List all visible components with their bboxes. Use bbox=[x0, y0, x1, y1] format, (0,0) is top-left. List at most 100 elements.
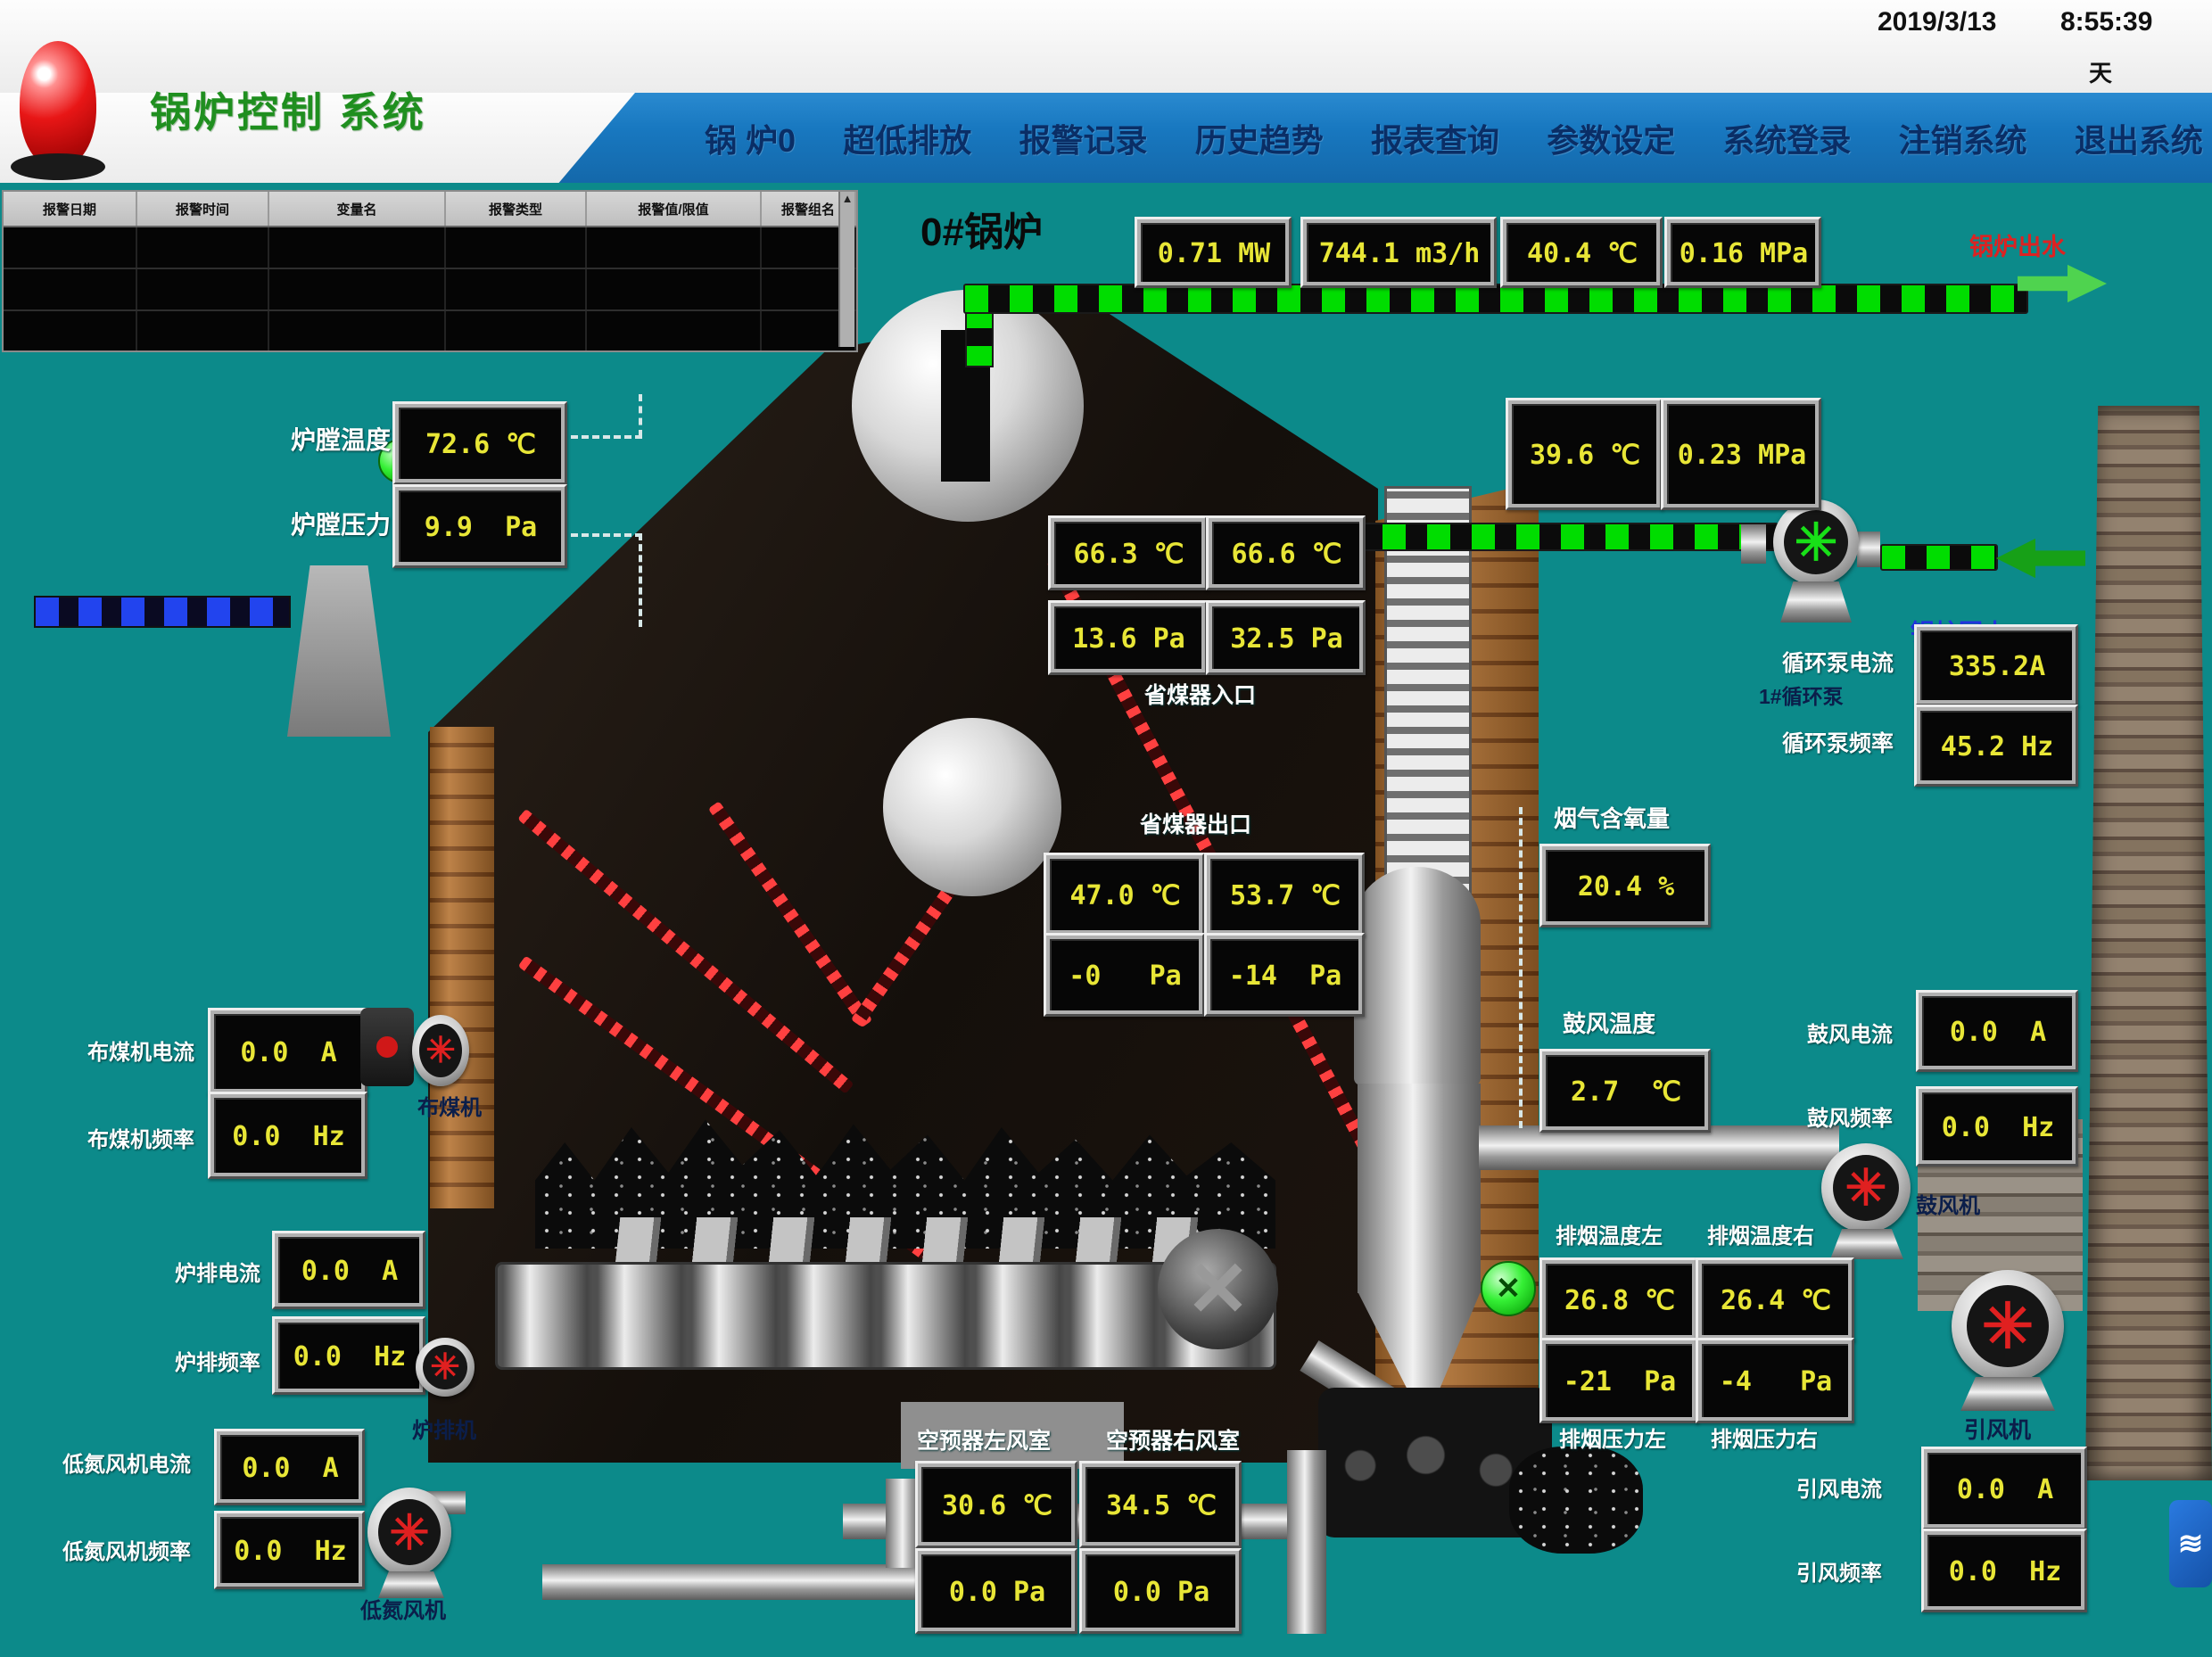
outlet-pipe bbox=[963, 284, 2028, 314]
grate-freq-label: 炉排频率 bbox=[175, 1345, 260, 1376]
return-pipe-right bbox=[1880, 544, 1998, 571]
fan-impeller-icon: ✳ bbox=[1982, 1290, 2035, 1363]
boiler-outlet-temp-box: 40.4 ℃ bbox=[1500, 217, 1663, 288]
alarm-col-date: 报警日期 bbox=[4, 192, 137, 226]
roller-cross-icon: ✕ bbox=[1185, 1245, 1250, 1334]
induced-freq-label: 引风频率 bbox=[1796, 1555, 1882, 1587]
lownox-current-label: 低氮风机电流 bbox=[62, 1447, 191, 1478]
flue-oxygen-box: 20.4 % bbox=[1539, 844, 1711, 927]
menu-item-logout[interactable]: 注销系统 bbox=[1899, 115, 2027, 161]
lownox-freq-box: 0.0 Hz bbox=[214, 1511, 365, 1589]
flue-valve-icon[interactable]: ✕ bbox=[1481, 1261, 1536, 1316]
vendor-logo: ≋ bbox=[2169, 1500, 2212, 1587]
alarm-table-row[interactable] bbox=[4, 227, 856, 269]
menu-item-report-query[interactable]: 报表查询 bbox=[1371, 115, 1499, 161]
fan-impeller-icon: ✳ bbox=[430, 1347, 460, 1388]
exhaust-temp-left-box: 26.8 ℃ bbox=[1539, 1257, 1698, 1341]
preheater-right-label: 空预器右风室 bbox=[1106, 1423, 1240, 1455]
exhaust-press-left-box: -21 Pa bbox=[1539, 1338, 1698, 1423]
induced-fan-label: 引风机 bbox=[1964, 1413, 2031, 1445]
exhaust-temp-right-label: 排烟温度右 bbox=[1707, 1218, 1814, 1249]
return-pressure-box: 0.23 MPa bbox=[1661, 398, 1821, 510]
grate-fan-icon[interactable]: ✳ bbox=[416, 1338, 475, 1397]
preheater-right-temp-box: 34.5 ℃ bbox=[1079, 1461, 1242, 1548]
menu-item-exit[interactable]: 退出系统 bbox=[2075, 115, 2203, 161]
eco-outlet-press1-box: -0 Pa bbox=[1044, 933, 1205, 1017]
coal-chute bbox=[287, 565, 391, 737]
weekday-display: 天 bbox=[2089, 55, 2112, 88]
feeder-freq-label: 布煤机频率 bbox=[87, 1122, 194, 1153]
eco-inlet-temp1-box: 66.3 ℃ bbox=[1048, 515, 1208, 590]
menu-item-parameter-set[interactable]: 参数设定 bbox=[1547, 115, 1675, 161]
outlet-arrow-icon bbox=[2018, 263, 2107, 304]
conveyor-end-roller: ✕ bbox=[1158, 1229, 1278, 1349]
menu-item-alarm-record[interactable]: 报警记录 bbox=[1019, 115, 1147, 161]
induced-fan-base bbox=[1960, 1377, 2055, 1411]
eco-outlet-temp1-box: 47.0 ℃ bbox=[1044, 853, 1205, 936]
alarm-table-row[interactable] bbox=[4, 269, 856, 311]
feeder-fan-icon[interactable]: ✳ bbox=[412, 1015, 469, 1086]
feeder-freq-box: 0.0 Hz bbox=[208, 1092, 367, 1179]
connector-line bbox=[639, 533, 642, 627]
return-arrow-icon bbox=[1996, 537, 2085, 580]
pump-impeller-icon: ✳ bbox=[1795, 512, 1838, 573]
bottom-riser-pipe bbox=[1287, 1450, 1326, 1634]
feeder-motor-icon[interactable] bbox=[360, 1008, 414, 1086]
feeder-current-label: 布煤机电流 bbox=[87, 1035, 194, 1066]
alarm-lamp-base bbox=[11, 153, 105, 180]
menu-item-emission[interactable]: 超低排放 bbox=[843, 115, 971, 161]
pump-current-label: 循环泵电流 bbox=[1782, 646, 1894, 678]
fan-impeller-icon: ✳ bbox=[1845, 1158, 1887, 1217]
furnace-temp-box: 72.6 ℃ bbox=[392, 401, 567, 485]
induced-current-box: 0.0 A bbox=[1921, 1447, 2087, 1530]
furnace-pressure-label: 炉膛压力 bbox=[291, 506, 391, 541]
chimney bbox=[2085, 406, 2212, 1480]
alarm-lamp-icon bbox=[20, 41, 96, 168]
eco-outlet-temp2-box: 53.7 ℃ bbox=[1204, 853, 1365, 936]
induced-fan-icon[interactable]: ✳ bbox=[1952, 1270, 2064, 1382]
circulation-pump-label: 1#循环泵 bbox=[1759, 680, 1844, 710]
menu-item-system-login[interactable]: 系统登录 bbox=[1722, 115, 1851, 161]
connector-line bbox=[560, 533, 642, 537]
coal-feed-belt bbox=[34, 596, 291, 628]
connector-line bbox=[639, 394, 642, 437]
scroll-up-icon[interactable]: ▲ bbox=[842, 192, 854, 205]
preheater-left-temp-box: 30.6 ℃ bbox=[915, 1461, 1077, 1548]
outlet-label: 锅炉出水 bbox=[1969, 227, 2066, 262]
alarm-table-scrollbar[interactable]: ▲ bbox=[838, 192, 854, 347]
outlet-pipe-riser bbox=[965, 310, 994, 367]
circulation-pump-icon[interactable]: ✳ bbox=[1773, 499, 1859, 585]
lower-drum bbox=[883, 718, 1061, 896]
blast-fan-icon[interactable]: ✳ bbox=[1821, 1143, 1911, 1232]
page-title: 锅炉控制 系统 bbox=[150, 80, 426, 139]
grate-side-wall bbox=[430, 727, 494, 1208]
menu-item-history-trend[interactable]: 历史趋势 bbox=[1195, 115, 1324, 161]
grate-freq-box: 0.0 Hz bbox=[272, 1316, 425, 1395]
preheater-right-press-box: 0.0 Pa bbox=[1079, 1548, 1242, 1634]
induced-current-label: 引风电流 bbox=[1796, 1472, 1882, 1503]
lownox-fan-icon[interactable]: ✳ bbox=[367, 1488, 451, 1577]
ash-pile bbox=[1509, 1447, 1643, 1554]
fan-impeller-icon: ✳ bbox=[425, 1030, 456, 1071]
blast-freq-label: 鼓风频率 bbox=[1807, 1101, 1893, 1132]
date-display: 2019/3/13 bbox=[1878, 7, 1996, 37]
alarm-table-row[interactable] bbox=[4, 311, 856, 350]
alarm-table: 报警日期 报警时间 变量名 报警类型 报警值/限值 报警组名 bbox=[2, 190, 858, 352]
lownox-freq-label: 低氮风机频率 bbox=[62, 1534, 191, 1565]
blast-temp-box: 2.7 ℃ bbox=[1539, 1049, 1711, 1133]
time-display: 8:55:39 bbox=[2060, 7, 2152, 37]
grate-current-box: 0.0 A bbox=[272, 1231, 425, 1309]
pump-flange-right bbox=[1857, 532, 1880, 567]
eco-inlet-press1-box: 13.6 Pa bbox=[1048, 600, 1208, 675]
blast-fan-label: 鼓风机 bbox=[1916, 1188, 1980, 1219]
left-bottom-pipe bbox=[542, 1564, 921, 1600]
alarm-col-time: 报警时间 bbox=[137, 192, 269, 226]
eco-inlet-press2-box: 32.5 Pa bbox=[1206, 600, 1366, 675]
menu-item-boiler0[interactable]: 锅 炉0 bbox=[705, 115, 796, 161]
pump-base bbox=[1780, 581, 1852, 622]
exhaust-press-right-label: 排烟压力右 bbox=[1711, 1422, 1818, 1453]
flue-oxygen-label: 烟气含氧量 bbox=[1554, 801, 1670, 834]
pump-freq-box: 45.2 Hz bbox=[1914, 705, 2078, 787]
blast-temp-label: 鼓风温度 bbox=[1563, 1006, 1655, 1039]
feeder-current-box: 0.0 A bbox=[208, 1008, 367, 1095]
